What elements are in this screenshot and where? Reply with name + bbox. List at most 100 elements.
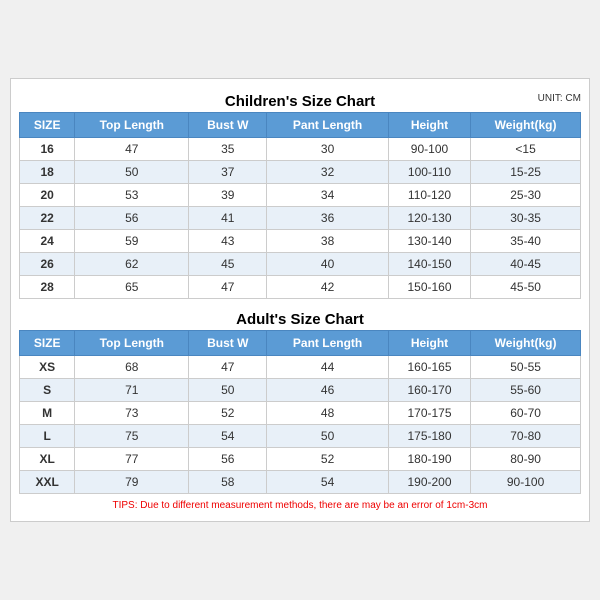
table-cell: 150-160 [388, 276, 470, 299]
table-cell: 56 [189, 448, 267, 471]
table-row: S715046160-17055-60 [20, 379, 581, 402]
table-cell: 140-150 [388, 253, 470, 276]
table-cell: 71 [75, 379, 189, 402]
table-cell: 120-130 [388, 207, 470, 230]
tips-text: TIPS: Due to different measurement metho… [19, 494, 581, 513]
table-cell: 68 [75, 356, 189, 379]
table-cell: 47 [189, 276, 267, 299]
table-row: XS684744160-16550-55 [20, 356, 581, 379]
table-cell: 20 [20, 184, 75, 207]
table-cell: 42 [267, 276, 389, 299]
table-cell: M [20, 402, 75, 425]
table-cell: 80-90 [471, 448, 581, 471]
table-cell: 65 [75, 276, 189, 299]
table-cell: 34 [267, 184, 389, 207]
children-title-text: Children's Size Chart [225, 93, 375, 110]
table-cell: 55-60 [471, 379, 581, 402]
table-row: 24594338130-14035-40 [20, 230, 581, 253]
children-col-size: SIZE [20, 113, 75, 138]
table-row: M735248170-17560-70 [20, 402, 581, 425]
table-cell: 53 [75, 184, 189, 207]
table-cell: 40 [267, 253, 389, 276]
table-cell: 36 [267, 207, 389, 230]
table-cell: 73 [75, 402, 189, 425]
table-row: L755450175-18070-80 [20, 425, 581, 448]
adult-section-title: Adult's Size Chart [19, 305, 581, 330]
children-col-pant-length: Pant Length [267, 113, 389, 138]
table-cell: 38 [267, 230, 389, 253]
table-cell: 39 [189, 184, 267, 207]
children-col-weight: Weight(kg) [471, 113, 581, 138]
table-row: 28654742150-16045-50 [20, 276, 581, 299]
table-cell: XL [20, 448, 75, 471]
table-cell: 58 [189, 471, 267, 494]
table-cell: 90-100 [471, 471, 581, 494]
table-cell: 35 [189, 138, 267, 161]
table-cell: 130-140 [388, 230, 470, 253]
children-section-title: Children's Size Chart UNIT: CM [19, 87, 581, 112]
table-cell: 22 [20, 207, 75, 230]
children-header-row: SIZE Top Length Bust W Pant Length Heigh… [20, 113, 581, 138]
table-cell: 90-100 [388, 138, 470, 161]
adult-header-row: SIZE Top Length Bust W Pant Length Heigh… [20, 331, 581, 356]
table-cell: 50 [75, 161, 189, 184]
table-cell: 47 [189, 356, 267, 379]
table-cell: 50-55 [471, 356, 581, 379]
table-cell: 45-50 [471, 276, 581, 299]
chart-container: Children's Size Chart UNIT: CM SIZE Top … [10, 78, 590, 522]
table-cell: 180-190 [388, 448, 470, 471]
table-cell: 26 [20, 253, 75, 276]
table-cell: XS [20, 356, 75, 379]
table-row: 22564136120-13030-35 [20, 207, 581, 230]
table-cell: 175-180 [388, 425, 470, 448]
table-cell: L [20, 425, 75, 448]
table-row: XL775652180-19080-90 [20, 448, 581, 471]
table-row: 1647353090-100<15 [20, 138, 581, 161]
table-cell: 50 [189, 379, 267, 402]
table-cell: 160-165 [388, 356, 470, 379]
table-cell: 59 [75, 230, 189, 253]
children-col-height: Height [388, 113, 470, 138]
table-row: 26624540140-15040-45 [20, 253, 581, 276]
table-cell: 32 [267, 161, 389, 184]
adult-col-weight: Weight(kg) [471, 331, 581, 356]
table-cell: 30 [267, 138, 389, 161]
table-cell: 110-120 [388, 184, 470, 207]
table-cell: <15 [471, 138, 581, 161]
table-cell: 24 [20, 230, 75, 253]
table-cell: 41 [189, 207, 267, 230]
table-cell: 62 [75, 253, 189, 276]
table-cell: 100-110 [388, 161, 470, 184]
children-col-bust-w: Bust W [189, 113, 267, 138]
table-cell: 25-30 [471, 184, 581, 207]
table-row: XXL795854190-20090-100 [20, 471, 581, 494]
table-cell: 52 [267, 448, 389, 471]
table-cell: 170-175 [388, 402, 470, 425]
table-cell: 35-40 [471, 230, 581, 253]
table-cell: 56 [75, 207, 189, 230]
adult-col-top-length: Top Length [75, 331, 189, 356]
table-cell: 70-80 [471, 425, 581, 448]
table-cell: 160-170 [388, 379, 470, 402]
table-cell: 43 [189, 230, 267, 253]
table-cell: 30-35 [471, 207, 581, 230]
children-table: SIZE Top Length Bust W Pant Length Heigh… [19, 112, 581, 299]
table-cell: XXL [20, 471, 75, 494]
table-cell: 37 [189, 161, 267, 184]
table-cell: 18 [20, 161, 75, 184]
table-row: 20533934110-12025-30 [20, 184, 581, 207]
table-cell: 79 [75, 471, 189, 494]
table-cell: S [20, 379, 75, 402]
adult-col-size: SIZE [20, 331, 75, 356]
table-cell: 77 [75, 448, 189, 471]
table-cell: 54 [189, 425, 267, 448]
table-cell: 75 [75, 425, 189, 448]
adult-title-text: Adult's Size Chart [236, 311, 364, 328]
table-cell: 46 [267, 379, 389, 402]
table-cell: 50 [267, 425, 389, 448]
table-cell: 45 [189, 253, 267, 276]
table-cell: 190-200 [388, 471, 470, 494]
table-cell: 47 [75, 138, 189, 161]
table-cell: 52 [189, 402, 267, 425]
table-row: 18503732100-11015-25 [20, 161, 581, 184]
